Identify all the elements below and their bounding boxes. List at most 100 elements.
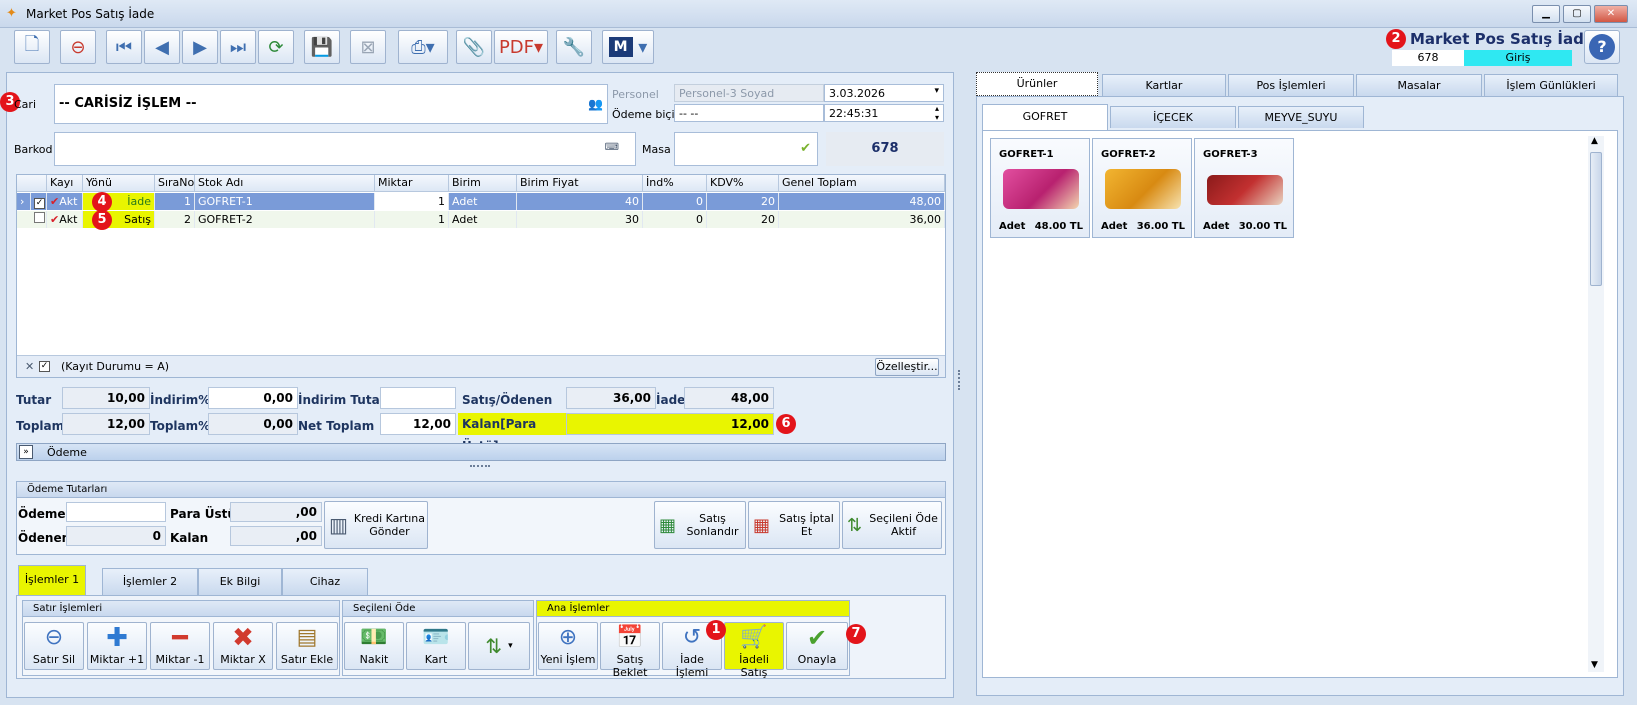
scroll-down-icon[interactable]: ▼ [1591, 660, 1598, 670]
time-field[interactable]: 22:45:31 ▴ ▾ [824, 104, 944, 122]
print-icon[interactable]: ⎙▾ [398, 30, 448, 64]
attachment-icon[interactable]: 📎 [456, 30, 492, 64]
col-kayit[interactable]: Kayı [47, 175, 83, 192]
tab-islemler-2[interactable]: İşlemler 2 [102, 568, 198, 595]
satis-iptal-button[interactable]: ▦ Satış İptal Et [748, 501, 840, 549]
satir-ekle-button[interactable]: ▤ Satır Ekle [276, 622, 338, 670]
tab-cihaz[interactable]: Cihaz [282, 568, 368, 595]
product-card[interactable]: GOFRET-2 Adet 36.00 TL [1092, 138, 1192, 238]
cell-miktar[interactable]: 1 [375, 211, 449, 228]
indirim-input[interactable]: 0,00 [208, 387, 298, 409]
scroll-up-icon[interactable]: ▲ [1591, 136, 1598, 146]
cell-birim: Adet [449, 211, 517, 228]
tab-meyve-suyu[interactable]: MEYVE_SUYU [1238, 106, 1364, 128]
product-card[interactable]: GOFRET-1 Adet 48.00 TL [990, 138, 1090, 238]
save-icon[interactable]: 💾 [304, 30, 340, 64]
col-yonu[interactable]: Yönü [83, 175, 155, 192]
odeme-bicimi-field[interactable]: -- -- [674, 104, 824, 122]
people-icon[interactable]: 👥 [588, 97, 603, 111]
spin-icon[interactable]: ▴ ▾ [935, 104, 939, 122]
customize-button[interactable]: Özelleştir... [875, 358, 939, 376]
cell-miktar[interactable]: 1 [375, 193, 449, 210]
minimize-button[interactable]: ▁ [1532, 5, 1560, 23]
chevron-down-icon[interactable]: ▾ [508, 641, 513, 651]
miktar-minus-button[interactable]: ━ Miktar -1 [150, 622, 210, 670]
date-field[interactable]: 3.03.2026 ▾ [824, 84, 944, 102]
first-record-icon[interactable]: ⏮ [106, 30, 142, 64]
filter-checkbox[interactable]: ✓ [39, 361, 50, 372]
yeni-islem-button[interactable]: ⊕ Yeni İşlem [538, 622, 598, 670]
help-button[interactable]: ? [1584, 30, 1620, 64]
nakit-button[interactable]: 💵 Nakit [344, 622, 404, 670]
masa-input[interactable]: ✔ [674, 132, 818, 166]
kredi-karti-button[interactable]: ▥ Kredi Kartına Gönder [324, 501, 428, 549]
next-record-icon[interactable]: ▶ [182, 30, 218, 64]
onayla-button[interactable]: ✔ Onayla [786, 622, 848, 670]
maximize-button[interactable]: ▢ [1563, 5, 1591, 23]
miktar-plus-button[interactable]: ✚ Miktar +1 [87, 622, 147, 670]
tab-islemler-1[interactable]: İşlemler 1 [18, 565, 86, 595]
indirim-tutar-input[interactable] [380, 387, 456, 409]
cari-field[interactable]: -- CARİSİZ İŞLEM -- 👥 [54, 84, 608, 124]
product-card[interactable]: GOFRET-3 Adet 30.00 TL [1194, 138, 1294, 238]
kart-button[interactable]: 🪪 Kart [406, 622, 466, 670]
clear-filter-icon[interactable]: ✕ [25, 360, 34, 373]
col-birim[interactable]: Birim [449, 175, 517, 192]
col-ind[interactable]: İnd% [643, 175, 707, 192]
odeme-bar[interactable]: » Ödeme [16, 443, 946, 461]
pdf-export-icon[interactable]: PDF▾ [494, 30, 548, 64]
personel-label: Personel [612, 88, 659, 101]
net-toplam-label: Net Toplam [298, 419, 375, 433]
save-close-icon[interactable]: ⊠ [350, 30, 386, 64]
col-fiyat[interactable]: Birim Fiyat [517, 175, 643, 192]
secileni-more-button[interactable]: ⇅ ▾ [468, 622, 530, 670]
new-document-icon[interactable]: 🗋 [14, 30, 50, 64]
satir-sil-button[interactable]: ⊖ Satır Sil [24, 622, 84, 670]
close-button[interactable]: ✕ [1594, 5, 1628, 23]
tab-gofret[interactable]: GOFRET [982, 104, 1108, 130]
filter-bar: ✕ ✓ (Kayıt Durumu = A) Özelleştir... [17, 355, 945, 377]
tab-masalar[interactable]: Masalar [1356, 74, 1482, 96]
tab-islem-gunlukleri[interactable]: İşlem Günlükleri [1484, 74, 1618, 96]
splitter-handle[interactable] [470, 465, 490, 469]
barkod-input[interactable]: ⌨ [54, 132, 636, 166]
tab-ek-bilgi[interactable]: Ek Bilgi [198, 568, 282, 595]
help-icon: ? [1589, 34, 1615, 60]
delete-document-icon[interactable]: ⊖ [60, 30, 96, 64]
collapse-icon[interactable]: » [19, 445, 33, 459]
col-stok[interactable]: Stok Adı [195, 175, 375, 192]
check-double-icon[interactable]: ✔ [800, 141, 811, 156]
kalan-small-label: Kalan [170, 531, 209, 545]
last-record-icon[interactable]: ⏭ [220, 30, 256, 64]
secileni-ode-aktif-button[interactable]: ⇅ Seçileni Öde Aktif [842, 501, 942, 549]
settings-tool-icon[interactable]: 🔧 [556, 30, 592, 64]
miktar-x-button[interactable]: ✖ Miktar X [213, 622, 273, 670]
cari-label: Cari [14, 98, 36, 111]
vertical-splitter[interactable] [958, 370, 962, 390]
row-checkbox[interactable]: ✓ [31, 193, 47, 210]
satis-sonlandir-button[interactable]: ▦ Satış Sonlandır [654, 501, 746, 549]
tab-icecek[interactable]: İÇECEK [1110, 106, 1236, 128]
time-value: 22:45:31 [829, 107, 879, 120]
tab-urunler[interactable]: Ürünler [976, 72, 1098, 96]
odeme-input[interactable] [66, 502, 166, 522]
chevron-down-icon[interactable]: ▾ [934, 86, 939, 96]
previous-record-icon[interactable]: ◀ [144, 30, 180, 64]
col-miktar[interactable]: Miktar [375, 175, 449, 192]
col-toplam[interactable]: Genel Toplam [779, 175, 945, 192]
scroll-thumb[interactable] [1590, 152, 1602, 286]
products-scrollbar[interactable]: ▲ ▼ [1588, 136, 1604, 672]
tab-kartlar[interactable]: Kartlar [1102, 74, 1226, 96]
row-checkbox[interactable] [31, 211, 47, 228]
col-sirano[interactable]: SıraNo [155, 175, 195, 192]
iadeli-satis-button[interactable]: 🛒 İadeli Satış [724, 622, 784, 679]
personel-field[interactable]: Personel-3 Soyad [674, 84, 824, 102]
tab-pos-islemleri[interactable]: Pos İşlemleri [1228, 74, 1354, 96]
satis-beklet-button[interactable]: 📅 Satış Beklet [600, 622, 660, 679]
refresh-icon[interactable]: ⟳ [258, 30, 294, 64]
ana-islemler-title: Ana İşlemler [537, 601, 849, 617]
module-m-icon[interactable]: M ▾ [602, 30, 654, 64]
iade-islemi-label: İade İşlemi [675, 653, 709, 679]
keyboard-icon[interactable]: ⌨ [605, 142, 619, 153]
col-kdv[interactable]: KDV% [707, 175, 779, 192]
